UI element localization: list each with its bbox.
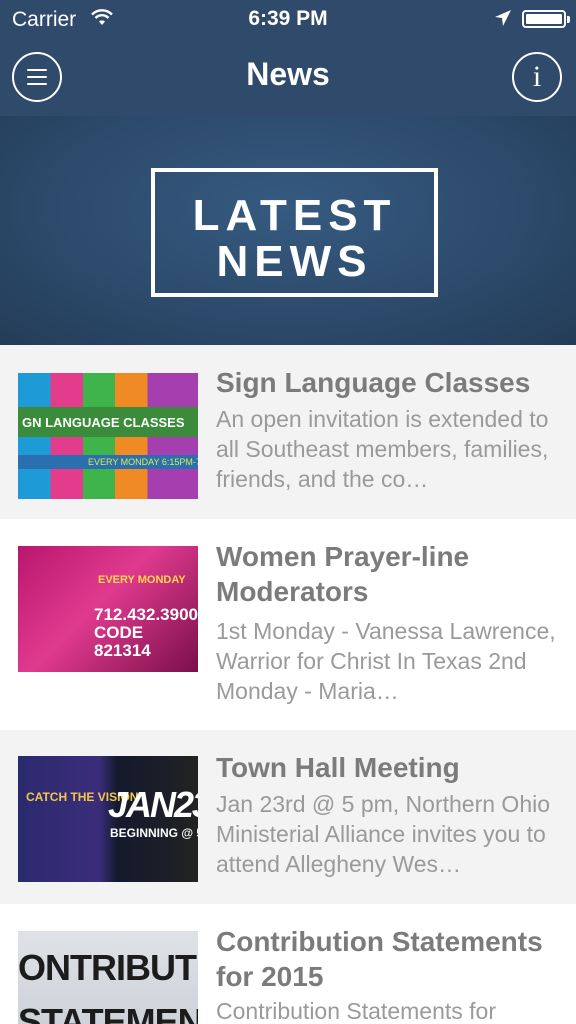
banner-frame: LATEST NEWS (151, 168, 438, 297)
top-bar: Carrier 6:39 PM News i (0, 0, 576, 116)
news-item[interactable]: EVERY MONDAY 712.432.3900 CODE 821314 Wo… (0, 519, 576, 730)
thumbnail-headline: JAN23 (108, 784, 198, 825)
banner-line-2: NEWS (216, 237, 373, 286)
thumbnail-caption: GN LANGUAGE CLASSES (18, 407, 198, 437)
thumbnail-headline: ONTRIBUTIO (18, 947, 198, 988)
news-summary: Jan 23rd @ 5 pm, Northern Ohio Ministeri… (216, 791, 551, 877)
news-summary: 1st Monday - Vanessa Lawrence, Warrior f… (216, 618, 556, 704)
battery-icon (522, 10, 570, 28)
news-title: Town Hall Meeting (216, 752, 460, 783)
news-item[interactable]: GN LANGUAGE CLASSES EVERY MONDAY 6:15PM-… (0, 345, 576, 519)
news-thumbnail: CATCH THE VISION JAN23 BEGINNING @ 5PM (18, 756, 198, 882)
news-item[interactable]: ONTRIBUTIO STATEMENTS Contribution State… (0, 904, 576, 1024)
thumbnail-subcaption: 712.432.3900 CODE 821314 (94, 605, 198, 660)
news-title: Women Prayer-line Moderators (216, 541, 470, 607)
latest-news-banner: LATEST NEWS (0, 116, 576, 345)
clock: 6:39 PM (248, 7, 328, 30)
news-thumbnail: ONTRIBUTIO STATEMENTS (18, 931, 198, 1024)
banner-line-1: LATEST (192, 191, 397, 240)
nav-bar: News i (0, 38, 576, 116)
news-summary: Contribution Statements for (216, 998, 496, 1024)
news-thumbnail: EVERY MONDAY 712.432.3900 CODE 821314 (18, 546, 198, 672)
thumbnail-subcaption: STATEMENTS (18, 1001, 198, 1024)
status-bar: Carrier 6:39 PM (0, 0, 576, 38)
news-title: Contribution Statements for 2015 (216, 926, 543, 992)
page-title: News (246, 56, 330, 92)
thumbnail-subcaption: EVERY MONDAY 6:15PM-7:15 (18, 455, 198, 469)
news-summary: An open invitation is extended to all So… (216, 406, 549, 492)
thumbnail-caption: EVERY MONDAY (98, 574, 186, 586)
news-thumbnail: GN LANGUAGE CLASSES EVERY MONDAY 6:15PM-… (18, 373, 198, 499)
location-arrow-icon (495, 10, 511, 26)
info-button[interactable]: i (512, 52, 562, 102)
news-title: Sign Language Classes (216, 367, 531, 398)
news-item[interactable]: CATCH THE VISION JAN23 BEGINNING @ 5PM T… (0, 730, 576, 904)
thumbnail-subcaption: BEGINNING @ 5PM (110, 826, 198, 840)
info-icon: i (532, 60, 542, 93)
